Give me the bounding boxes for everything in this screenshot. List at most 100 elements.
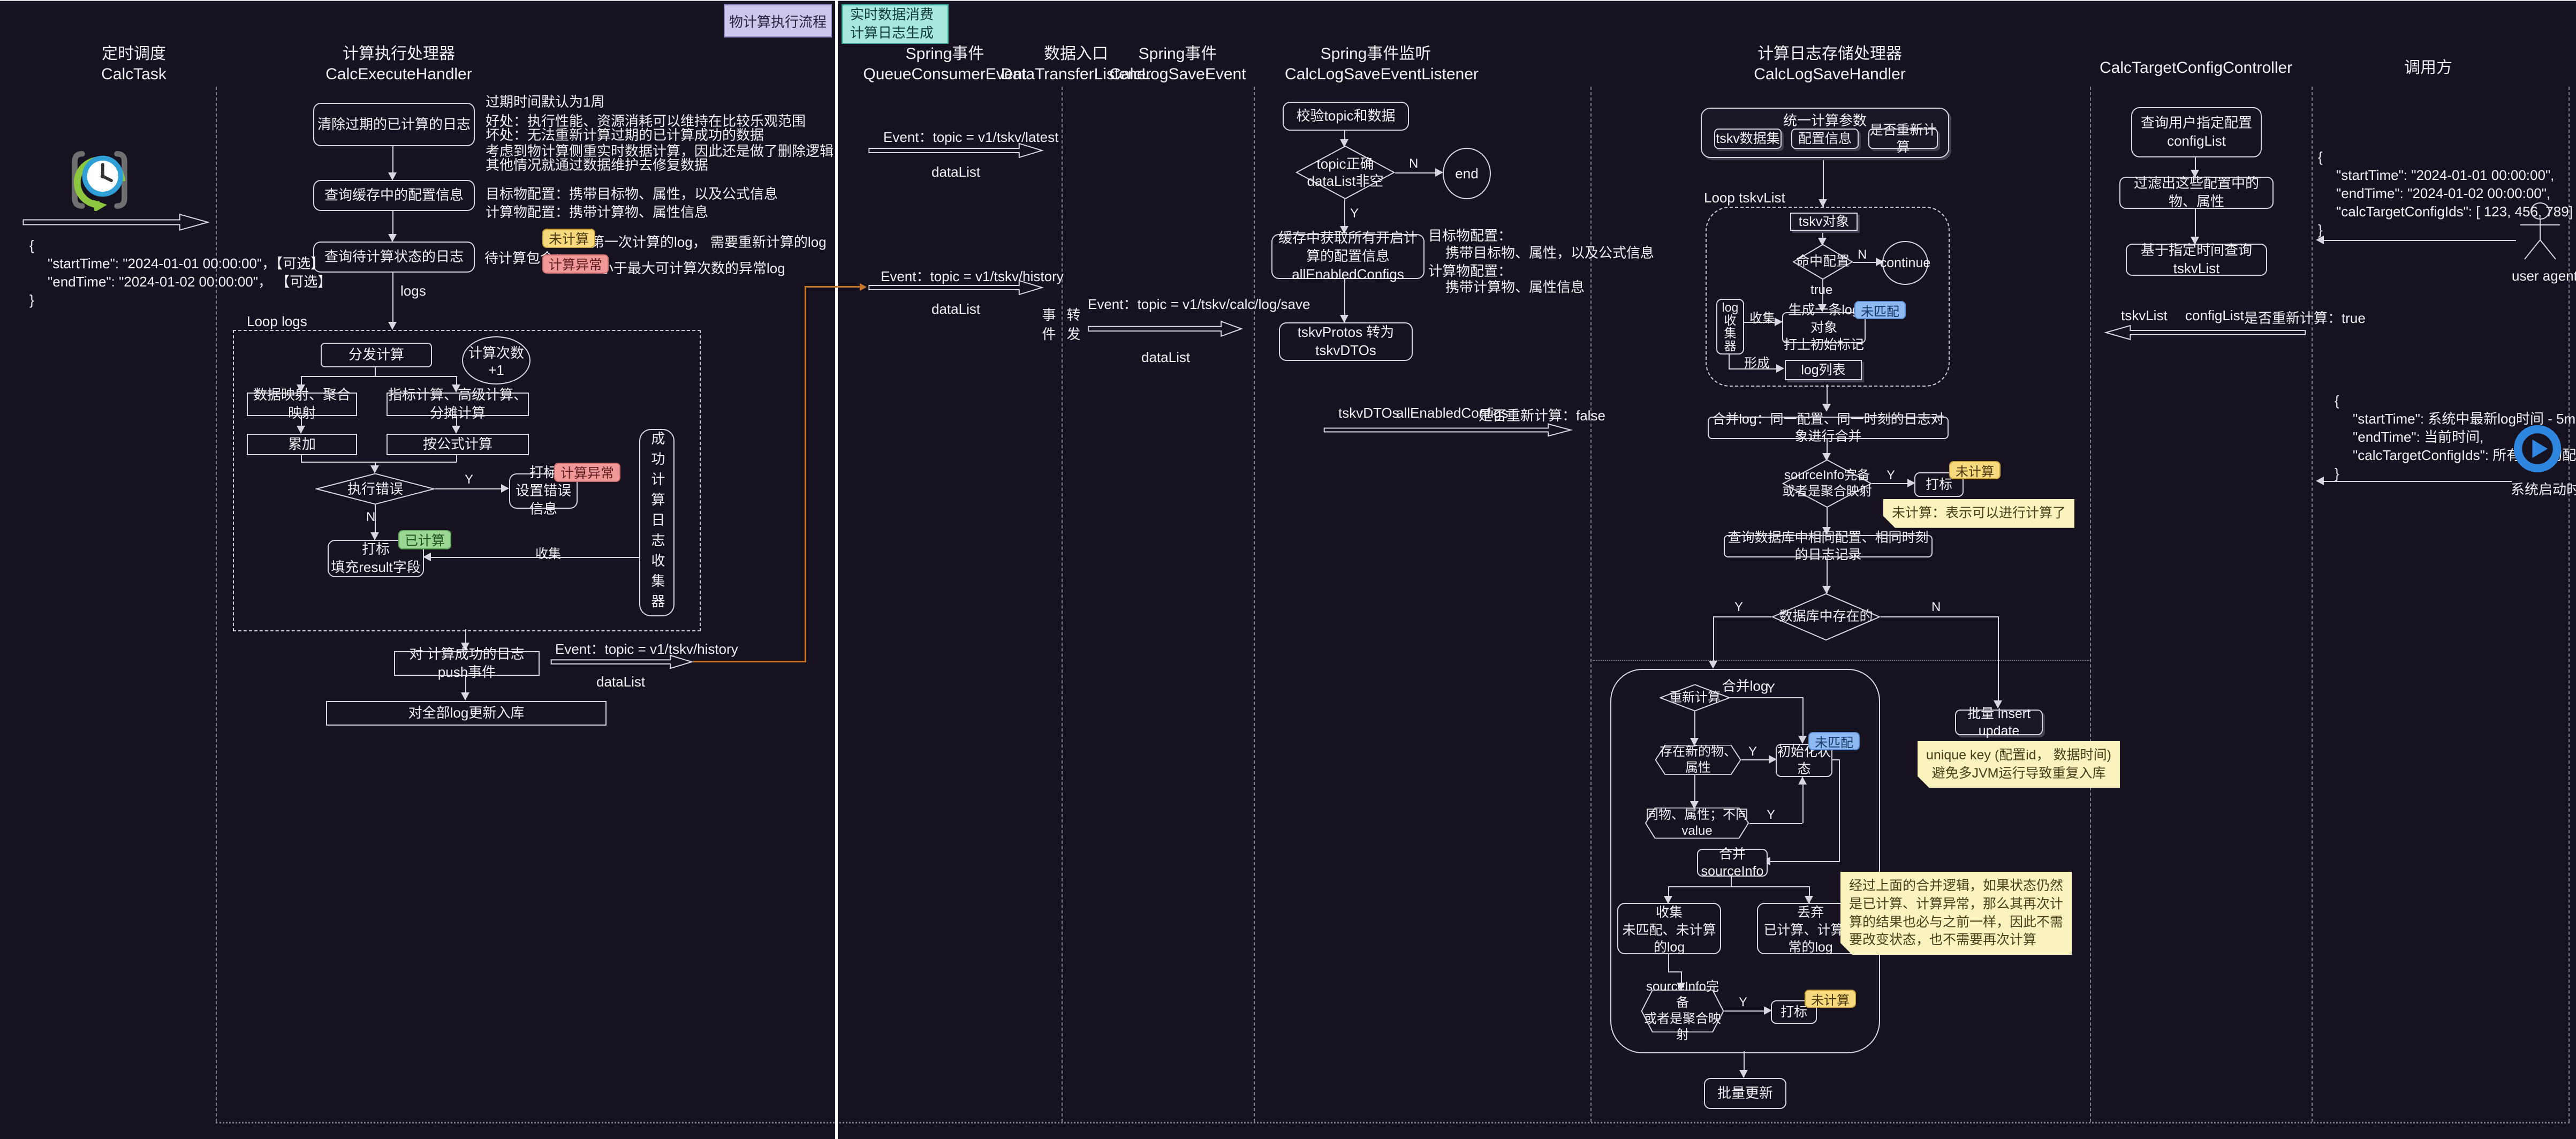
lane-header-exec: 计算执行处理器 CalcExecuteHandler <box>297 44 501 85</box>
queue-latest-payload-label: dataList <box>931 164 980 180</box>
queue-latest-topic-label: Event：topic = v1/tskv/latest <box>883 126 1058 146</box>
node-label: log <box>1722 301 1739 314</box>
json-line: "endTime": "2024-01-02 00:00:00"， 【可选】 <box>29 275 331 289</box>
node-label: 清除过期的已计算的日志 <box>317 116 471 134</box>
lane-header-caller: 调用方 <box>2385 58 2471 78</box>
legend-consume-line1: 实时数据消费 <box>850 6 934 24</box>
lane-title-cn: 计算日志存储处理器 <box>1739 44 1921 64</box>
header-rule <box>0 0 2576 1</box>
listener-msg-recalc-false: 是否重新计算：false <box>1479 405 1605 425</box>
json-line: "endTime": "2024-01-02 00:00:00", <box>2318 186 2573 201</box>
lane-title-cn: Spring事件 <box>1103 44 1253 64</box>
query-pending-logs-box: 查询待计算状态的日志 <box>313 242 475 273</box>
batch-insert-update-box: 批量 insert update <box>1955 710 2043 735</box>
exec-error-diamond: 执行错误 <box>315 473 435 504</box>
lane-title-en: CalcTargetConfigController <box>2100 58 2271 78</box>
node-label: end <box>1455 165 1478 182</box>
node-label: 分发计算 <box>348 346 404 364</box>
form-label: 形成 <box>1744 352 1770 371</box>
status-badge-unmatched: 未匹配 <box>1808 732 1860 750</box>
log-collector-box: log 收 集 器 <box>1716 299 1744 354</box>
relay-line-horizontal-bottom <box>693 661 806 662</box>
query-cached-config-box: 查询缓存中的配置信息 <box>313 180 475 211</box>
node-label: 对 计算成功的日志 push事件 <box>395 645 539 682</box>
filter-things-box: 过滤出这些配置中的物、属性 <box>2119 177 2274 209</box>
node-label: 指标计算、高级计算、分摊计算 <box>388 386 528 423</box>
uncalculated-desc: 第一次计算的log， 需要重新计算的log <box>590 231 827 251</box>
hexagon-label: sourceInfo完备或者是聚合映射 <box>1641 979 1724 1043</box>
calc-config-note-2: 携带计算物、属性信息 <box>1445 276 1585 296</box>
diamond-label: 执行错误 <box>347 480 403 498</box>
chip-label: 配置信息 <box>1798 130 1852 148</box>
lane-header-controller: CalcTargetConfigController <box>2100 58 2271 78</box>
merge-sourceinfo-box: 合并 sourceInfo <box>1697 849 1768 877</box>
lane-title-en: CalcLogSaveEventListener <box>1285 64 1467 85</box>
sticky-text: 算的结果也必与之前一样，因此不需 <box>1849 914 2063 932</box>
lane-header-handler: 计算日志存储处理器 CalcLogSaveHandler <box>1739 44 1921 85</box>
node-label: 查询待计算状态的日志 <box>324 248 464 266</box>
topic-valid-yes-label: Y <box>1350 206 1359 221</box>
recalc-yes-label: Y <box>1767 681 1775 696</box>
status-badge-calc-error: 计算异常 <box>542 254 609 274</box>
calctask-trigger-arrow <box>21 213 210 231</box>
node-label: 丢弃 <box>1797 904 1824 922</box>
accumulate-box: 累加 <box>247 434 357 455</box>
lifeline-transfer <box>1062 87 1063 1122</box>
badge-label: 未计算 <box>549 229 589 248</box>
transfer-forward-label-1: 事件 <box>1039 307 1058 346</box>
node-label: 查询缓存中的配置信息 <box>324 186 464 205</box>
validate-topic-box: 校验topic和数据 <box>1283 102 1409 131</box>
node-label: tskv对象 <box>1799 213 1849 231</box>
push-event-payload-label: dataList <box>596 674 645 690</box>
node-label: 设置错误信息 <box>510 482 577 518</box>
controller-ret-tskvlist: tskvList <box>2121 307 2168 324</box>
status-badge-uncalculated: 未计算 <box>542 229 595 248</box>
node-label: 基于指定时间查询 tskvList <box>2127 242 2266 278</box>
diamond-label: topic正确dataList非空 <box>1307 155 1383 190</box>
badge-label: 未计算 <box>1956 461 1994 480</box>
system-boot-label: 系统启动时 <box>2511 479 2576 499</box>
target-config-note-2: 携带目标物、属性，以及公式信息 <box>1445 242 1654 262</box>
user-agent-icon <box>2516 201 2564 266</box>
node-label: 合并log：同一配置、同一时刻的日志对象进行合并 <box>1709 411 1948 446</box>
json-line: "startTime": "2024-01-01 00:00:00"，【可选】 <box>29 257 331 271</box>
node-label: 打上初始标记 <box>1784 336 1864 354</box>
controller-ret-recalc-true: 是否重新计算：true <box>2244 307 2366 327</box>
query-by-time-box: 基于指定时间查询 tskvList <box>2126 244 2267 276</box>
new-thing-hexagon: 存在新的物、属性 <box>1655 745 1741 775</box>
legend-exec-flow-label: 物计算执行流程 <box>729 11 827 31</box>
relay-line-vertical <box>805 286 806 662</box>
diamond-label: 数据库中存在的 <box>1779 608 1873 625</box>
node-label: 器 <box>1724 340 1737 352</box>
collect-arrow-label: 收集 <box>535 543 561 562</box>
legend-exec-flow: 物计算执行流程 <box>724 4 832 37</box>
logs-arrow-label: logs <box>400 283 426 299</box>
lane-title-en: CalcTask <box>64 64 203 85</box>
exists-in-db-diamond: 数据库中存在的 <box>1771 593 1881 640</box>
status-badge-unmatched: 未匹配 <box>1854 301 1906 319</box>
param-chip-tskv: tskv数据集 <box>1714 129 1782 149</box>
diamond-label: 重新计算 <box>1669 690 1721 706</box>
controller-ret-configlist: configList <box>2185 307 2244 324</box>
lane-title-en: CalcLogSaveEvent <box>1103 64 1253 85</box>
node-label: 打标 <box>529 464 557 482</box>
lane-header-saveevent: Spring事件 CalcLogSaveEvent <box>1103 44 1253 85</box>
node-label: 集 <box>1724 327 1737 340</box>
calc-error-desc: 小于最大可计算次数的异常log <box>600 258 785 277</box>
node-label: 过滤出这些配置中的物、属性 <box>2120 175 2272 211</box>
success-log-collector: 成功计算日志收集器 <box>639 429 675 616</box>
badge-label: 未匹配 <box>1815 732 1853 751</box>
node-label: 收 <box>1724 314 1737 327</box>
collector-vertical-label: 成功计算日志收集器 <box>648 431 666 614</box>
relay-line-horizontal-top <box>805 286 861 288</box>
sticky-text: 经过上面的合并逻辑，如果状态仍然 <box>1849 877 2063 895</box>
node-label: 对全部log更新入库 <box>408 704 525 722</box>
node-label: 批量更新 <box>1717 1084 1773 1103</box>
tskv-object-box: tskv对象 <box>1790 213 1858 231</box>
node-label: 生成一条log对象 <box>1783 301 1865 336</box>
lane-title-cn: Spring事件监听 <box>1285 44 1467 64</box>
batch-update-box: 批量更新 <box>1704 1078 1786 1109</box>
node-label: 按公式计算 <box>423 435 493 454</box>
chip-label: 是否重新计算 <box>1869 122 1937 156</box>
lifeline-saveevent <box>1254 87 1255 1122</box>
